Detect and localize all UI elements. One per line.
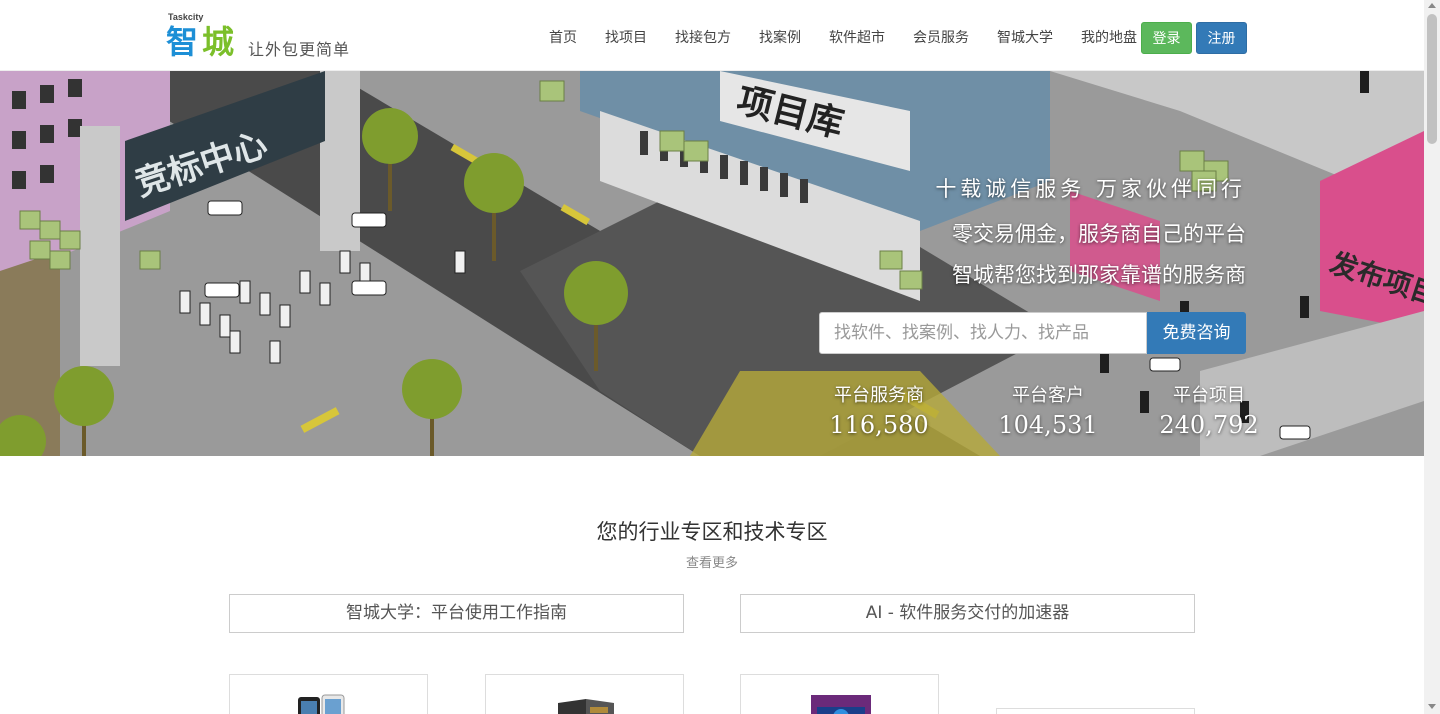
- stat-projects-label: 平台项目: [1173, 385, 1245, 406]
- stat-providers-value: 116,580: [829, 411, 929, 439]
- scroll-thumb[interactable]: [1427, 14, 1437, 144]
- register-button[interactable]: 注册: [1196, 22, 1247, 54]
- logo-brand-part2: 城: [202, 23, 235, 61]
- hero-tagline-1: 十载诚信服务 万家伙伴同行: [935, 177, 1246, 201]
- stat-projects-value: 240,792: [1159, 411, 1259, 439]
- stat-projects: 平台项目 240,792: [1149, 384, 1269, 442]
- scroll-up-arrow-icon[interactable]: [1428, 3, 1436, 8]
- logo-slogan: 让外包更简单: [248, 40, 351, 59]
- ai-accelerator-banner[interactable]: AI - 软件服务交付的加速器: [740, 594, 1195, 633]
- stat-providers-label: 平台服务商: [834, 385, 924, 406]
- main-nav: 首页 找项目 找接包方 找案例 软件超市 会员服务 智城大学 我的地盘: [535, 22, 1151, 54]
- nav-my-space[interactable]: 我的地盘: [1067, 22, 1151, 54]
- nav-software-market[interactable]: 软件超市: [815, 22, 899, 54]
- phones-image: [298, 694, 345, 714]
- page-scrollbar[interactable]: [1424, 0, 1440, 714]
- brochure-image: [558, 699, 614, 714]
- zone-card[interactable]: [740, 674, 939, 714]
- stat-clients: 平台客户 104,531: [988, 384, 1108, 442]
- logo-small-text: Taskcity: [168, 12, 204, 22]
- section-title: 您的行业专区和技术专区: [596, 520, 828, 544]
- site-header: Taskcity 智 城 让外包更简单 首页 找项目 找接包方 找案例 软件超市…: [0, 0, 1424, 71]
- nav-find-case[interactable]: 找案例: [745, 22, 815, 54]
- login-button[interactable]: 登录: [1141, 22, 1192, 54]
- nav-find-provider[interactable]: 找接包方: [661, 22, 745, 54]
- stat-clients-label: 平台客户: [1012, 385, 1084, 406]
- nav-university[interactable]: 智城大学: [983, 22, 1067, 54]
- nav-home[interactable]: 首页: [535, 22, 591, 54]
- hero-banner: 竞标中心 项目库 发布项目 十载诚信服务 万家伙伴同行 零交易佣金，服务商自己的…: [0, 71, 1424, 456]
- nav-membership[interactable]: 会员服务: [899, 22, 983, 54]
- free-consult-button[interactable]: 免费咨询: [1147, 312, 1246, 354]
- hero-search-input[interactable]: 找软件、找案例、找人力、找产品: [819, 312, 1147, 354]
- zone-card[interactable]: [485, 674, 684, 714]
- zone-card[interactable]: [996, 708, 1195, 714]
- scroll-down-arrow-icon[interactable]: [1428, 704, 1436, 709]
- screen-image: [811, 695, 871, 714]
- see-more-link[interactable]: 查看更多: [0, 552, 1424, 571]
- site-logo[interactable]: Taskcity 智 城 让外包更简单: [166, 12, 356, 62]
- stat-providers: 平台服务商 116,580: [819, 384, 939, 442]
- university-guide-banner[interactable]: 智城大学：平台使用工作指南: [229, 594, 684, 633]
- zone-card[interactable]: [229, 674, 428, 714]
- stat-clients-value: 104,531: [998, 411, 1098, 439]
- nav-find-project[interactable]: 找项目: [591, 22, 661, 54]
- hero-tagline-2: 零交易佣金，服务商自己的平台: [952, 222, 1246, 246]
- hero-tagline-3: 智城帮您找到那家靠谱的服务商: [952, 263, 1246, 287]
- logo-brand-part1: 智: [166, 23, 199, 61]
